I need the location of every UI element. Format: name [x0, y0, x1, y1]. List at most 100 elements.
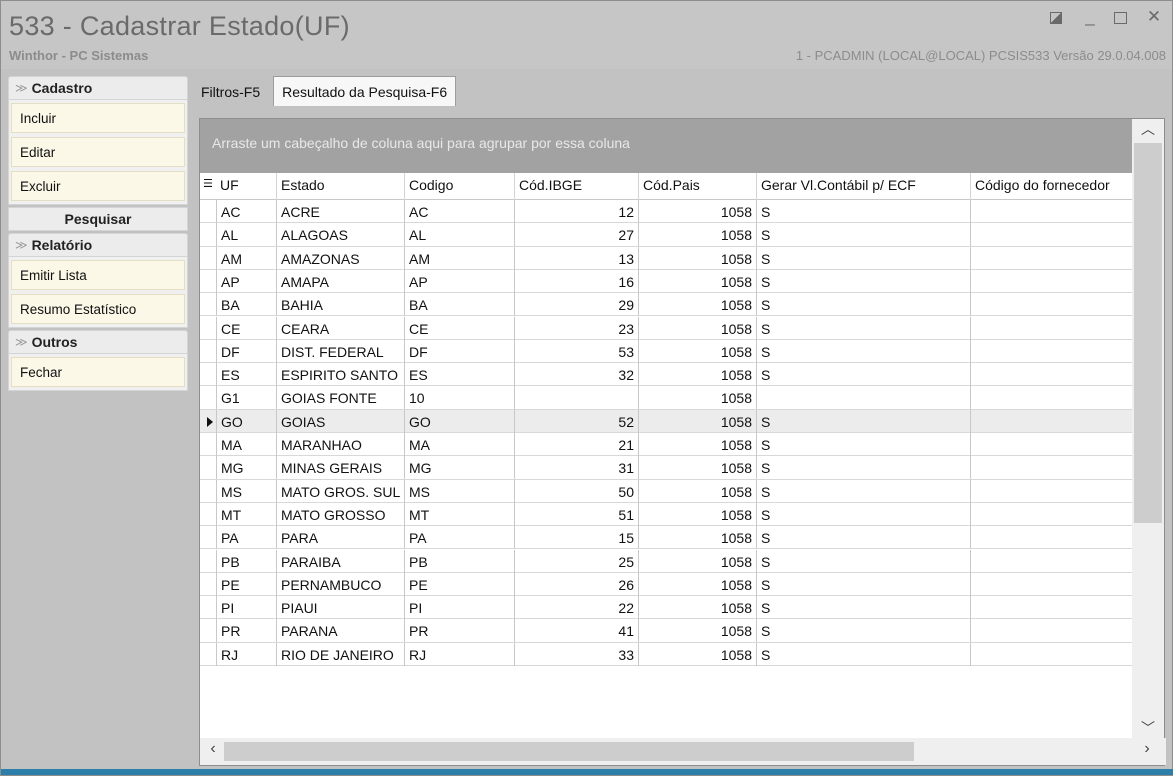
cell-ibge[interactable]: 25 [514, 549, 638, 573]
cell-estado[interactable]: BAHIA [276, 293, 404, 317]
tab-resultado[interactable]: Resultado da Pesquisa-F6 [273, 76, 457, 106]
cell-fornecedor[interactable] [970, 409, 1132, 433]
cell-codigo[interactable]: AP [404, 269, 514, 293]
cell-codigo[interactable]: AL [404, 223, 514, 247]
cell-codigo[interactable]: PR [404, 619, 514, 643]
cell-ibge[interactable]: 31 [514, 456, 638, 480]
cell-uf[interactable]: MS [216, 479, 276, 503]
row-indicator[interactable] [200, 410, 216, 433]
row-indicator[interactable] [200, 503, 216, 526]
table-row[interactable]: RJ RIO DE JANEIRO RJ 33 1058 S [200, 642, 1132, 666]
group-by-area[interactable]: Arraste um cabeçalho de coluna aqui para… [200, 119, 1132, 173]
cell-ecf[interactable]: S [756, 409, 970, 433]
cell-uf[interactable]: MA [216, 433, 276, 456]
cell-uf[interactable]: AC [216, 200, 276, 223]
cell-estado[interactable]: PARAIBA [276, 549, 404, 573]
cell-fornecedor[interactable] [970, 456, 1132, 480]
cell-pais[interactable]: 1058 [638, 526, 756, 550]
cell-uf[interactable]: BA [216, 293, 276, 317]
row-indicator[interactable] [200, 223, 216, 246]
cell-ibge[interactable]: 52 [514, 409, 638, 433]
cell-ecf[interactable]: S [756, 293, 970, 317]
cell-estado[interactable]: PARANA [276, 619, 404, 643]
cell-fornecedor[interactable] [970, 316, 1132, 340]
table-row[interactable]: MT MATO GROSSO MT 51 1058 S [200, 502, 1132, 527]
cell-codigo[interactable]: PI [404, 596, 514, 620]
table-row[interactable]: PE PERNAMBUCO PE 26 1058 S [200, 572, 1132, 597]
row-indicator[interactable] [200, 456, 216, 479]
cell-pais[interactable]: 1058 [638, 386, 756, 410]
column-header-ibge[interactable]: Cód.IBGE [514, 173, 638, 200]
cell-pais[interactable]: 1058 [638, 619, 756, 643]
cell-ecf[interactable]: S [756, 246, 970, 270]
cell-codigo[interactable]: BA [404, 293, 514, 317]
cell-fornecedor[interactable] [970, 223, 1132, 247]
row-indicator[interactable] [200, 573, 216, 596]
cell-ecf[interactable]: S [756, 596, 970, 620]
column-header-uf[interactable]: UF [216, 173, 276, 200]
row-indicator[interactable] [200, 386, 216, 409]
cell-estado[interactable]: AMAPA [276, 269, 404, 293]
cell-fornecedor[interactable] [970, 433, 1132, 456]
cell-fornecedor[interactable] [970, 363, 1132, 387]
cell-pais[interactable]: 1058 [638, 549, 756, 573]
cell-estado[interactable]: ALAGOAS [276, 223, 404, 247]
cell-fornecedor[interactable] [970, 246, 1132, 270]
cell-ibge[interactable]: 50 [514, 479, 638, 503]
horizontal-scrollbar[interactable]: ‹ › [200, 738, 1166, 765]
row-indicator[interactable] [200, 247, 216, 270]
cell-codigo[interactable]: PA [404, 526, 514, 550]
cell-estado[interactable]: PIAUI [276, 596, 404, 620]
cell-uf[interactable]: CE [216, 316, 276, 340]
cell-pais[interactable]: 1058 [638, 596, 756, 620]
row-indicator[interactable] [200, 270, 216, 293]
minimize-icon[interactable]: _ [1082, 7, 1098, 27]
cell-ecf[interactable]: S [756, 479, 970, 503]
cell-codigo[interactable]: CE [404, 316, 514, 340]
cell-ibge[interactable]: 29 [514, 293, 638, 317]
cell-fornecedor[interactable] [970, 619, 1132, 643]
table-row[interactable]: ES ESPIRITO SANTO ES 32 1058 S [200, 363, 1132, 387]
cell-fornecedor[interactable] [970, 596, 1132, 620]
cell-fornecedor[interactable] [970, 269, 1132, 293]
group-cadastro[interactable]: ≫ Cadastro [8, 76, 188, 100]
cell-ecf[interactable]: S [756, 502, 970, 526]
cell-ecf[interactable]: S [756, 619, 970, 643]
table-row[interactable]: AL ALAGOAS AL 27 1058 S [200, 223, 1132, 247]
cell-fornecedor[interactable] [970, 339, 1132, 363]
horizontal-scroll-thumb[interactable] [224, 742, 914, 761]
cell-estado[interactable]: ESPIRITO SANTO [276, 363, 404, 387]
cell-ibge[interactable]: 32 [514, 363, 638, 387]
cell-fornecedor[interactable] [970, 572, 1132, 596]
cell-uf[interactable]: RJ [216, 642, 276, 666]
cell-fornecedor[interactable] [970, 549, 1132, 573]
row-indicator[interactable] [200, 596, 216, 619]
cell-estado[interactable]: MINAS GERAIS [276, 456, 404, 480]
cell-codigo[interactable]: DF [404, 339, 514, 363]
table-row[interactable]: AP AMAPA AP 16 1058 S [200, 269, 1132, 294]
cell-estado[interactable]: MATO GROSSO [276, 502, 404, 526]
row-indicator[interactable] [200, 619, 216, 642]
cell-ibge[interactable]: 15 [514, 526, 638, 550]
cell-uf[interactable]: PB [216, 549, 276, 573]
row-indicator[interactable] [200, 317, 216, 340]
table-row[interactable]: CE CEARA CE 23 1058 S [200, 316, 1132, 340]
table-row[interactable]: G1 GOIAS FONTE 10 1058 [200, 386, 1132, 410]
restore-icon[interactable] [1050, 7, 1066, 27]
row-indicator[interactable] [200, 526, 216, 549]
table-row[interactable]: AC ACRE AC 12 1058 S [200, 200, 1132, 224]
cell-ecf[interactable]: S [756, 642, 970, 666]
row-indicator[interactable] [200, 480, 216, 503]
vertical-scrollbar[interactable]: ︿ ﹀ [1132, 119, 1164, 740]
cell-estado[interactable]: PARA [276, 526, 404, 550]
cell-ecf[interactable]: S [756, 456, 970, 480]
cell-uf[interactable]: PA [216, 526, 276, 550]
cell-estado[interactable]: DIST. FEDERAL [276, 339, 404, 363]
cell-codigo[interactable]: PB [404, 549, 514, 573]
cell-codigo[interactable]: AC [404, 200, 514, 223]
column-chooser-icon[interactable]: ☰ [200, 173, 216, 200]
cell-codigo[interactable]: PE [404, 572, 514, 596]
cell-ecf[interactable]: S [756, 269, 970, 293]
cell-uf[interactable]: GO [216, 409, 276, 433]
cell-estado[interactable]: MARANHAO [276, 433, 404, 456]
